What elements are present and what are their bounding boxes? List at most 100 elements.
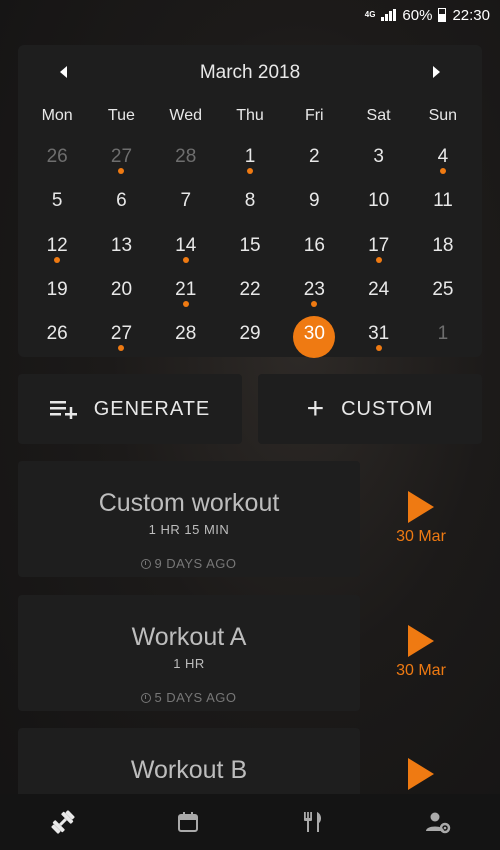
day-number: 12 bbox=[46, 234, 68, 256]
day-number: 6 bbox=[116, 190, 127, 212]
calendar-day[interactable]: 26 bbox=[25, 133, 89, 177]
plus-icon: + bbox=[306, 392, 326, 425]
signal-icon bbox=[381, 9, 397, 21]
workout-indicator-dot bbox=[182, 256, 189, 263]
calendar-day[interactable]: 5 bbox=[25, 177, 89, 221]
day-number: 15 bbox=[239, 234, 261, 256]
calendar-day[interactable]: 20 bbox=[89, 266, 153, 310]
calendar-day[interactable]: 19 bbox=[25, 266, 89, 310]
workout-indicator-dot bbox=[182, 300, 189, 307]
calendar-day[interactable]: 10 bbox=[346, 177, 410, 221]
calendar-day[interactable]: 24 bbox=[346, 266, 410, 310]
day-number: 14 bbox=[175, 234, 197, 256]
day-number: 25 bbox=[432, 278, 454, 300]
calendar-day[interactable]: 7 bbox=[154, 177, 218, 221]
calendar-day[interactable]: 21 bbox=[154, 266, 218, 310]
last-done-text: 5 DAYS AGO bbox=[154, 690, 237, 705]
calendar: March 2018 Mon Tue Wed Thu Fri Sat Sun 26 27 28 1… bbox=[18, 45, 482, 359]
day-number: 7 bbox=[180, 190, 192, 212]
workout-indicator-dot bbox=[118, 168, 125, 174]
calendar-day[interactable]: 16 bbox=[282, 222, 346, 266]
workout-indicator-dot bbox=[54, 256, 61, 263]
day-number: 13 bbox=[110, 234, 133, 256]
day-number: 10 bbox=[368, 190, 390, 212]
day-number: 8 bbox=[244, 190, 256, 212]
workout-indicator-dot bbox=[375, 256, 382, 263]
weekday-label: Sat bbox=[366, 107, 391, 124]
last-done: 5 DAYS AGO bbox=[18, 690, 360, 705]
calendar-day[interactable]: 18 bbox=[411, 222, 475, 266]
calendar-day[interactable]: 28 bbox=[154, 133, 218, 177]
play-icon[interactable] bbox=[408, 758, 434, 790]
calendar-day[interactable]: 27 bbox=[89, 310, 153, 354]
day-number: 28 bbox=[175, 323, 197, 345]
day-number: 29 bbox=[239, 323, 261, 345]
calendar-day[interactable]: 3 bbox=[346, 133, 410, 177]
calendar-day[interactable]: 17 bbox=[346, 222, 410, 266]
weekday-label: Wed bbox=[169, 107, 202, 124]
calendar-day[interactable]: 22 bbox=[218, 266, 282, 310]
day-number: 27 bbox=[110, 146, 133, 167]
weekday-label: Sun bbox=[428, 107, 458, 124]
workout-card[interactable]: Custom workout 1 HR 15 MIN 9 DAYS AGO bbox=[18, 461, 360, 577]
workout-indicator-dot bbox=[247, 168, 254, 174]
calendar-day[interactable]: 28 bbox=[154, 310, 218, 354]
day-number: 18 bbox=[432, 234, 454, 256]
calendar-day[interactable]: 14 bbox=[154, 222, 218, 266]
day-number: 17 bbox=[368, 234, 390, 256]
day-number: 5 bbox=[51, 190, 63, 212]
play-icon[interactable] bbox=[408, 491, 434, 523]
workout-indicator-dot bbox=[118, 345, 125, 352]
calendar-day[interactable]: 31 bbox=[346, 310, 410, 354]
day-number: 19 bbox=[46, 278, 68, 300]
playlist-add-icon bbox=[49, 401, 77, 419]
workout-date: 30 Mar bbox=[396, 528, 446, 545]
calendar-day[interactable]: 11 bbox=[411, 177, 475, 221]
day-number: 30 bbox=[303, 323, 325, 345]
workout-card[interactable]: Workout A 1 HR 5 DAYS AGO bbox=[18, 595, 360, 711]
calendar-day[interactable]: 27 bbox=[89, 133, 153, 177]
calendar-day[interactable]: 25 bbox=[411, 266, 475, 310]
day-number: 26 bbox=[46, 323, 68, 345]
last-done: 9 DAYS AGO bbox=[18, 556, 360, 571]
play-icon[interactable] bbox=[408, 625, 434, 657]
calendar-day[interactable]: 12 bbox=[25, 222, 89, 266]
calendar-day[interactable]: 8 bbox=[218, 177, 282, 221]
workout-name: Workout A bbox=[131, 623, 247, 651]
calendar-day[interactable]: 29 bbox=[218, 310, 282, 354]
day-number: 28 bbox=[175, 146, 197, 167]
calendar-day-selected[interactable]: 30 bbox=[282, 310, 346, 359]
calendar-day[interactable]: 1 bbox=[218, 133, 282, 177]
workout-duration: 1 HR 15 MIN bbox=[148, 522, 230, 537]
calendar-day[interactable]: 2 bbox=[282, 133, 346, 177]
generate-button[interactable]: GENERATE bbox=[18, 374, 242, 444]
calendar-day[interactable]: 23 bbox=[282, 266, 346, 310]
calendar-day[interactable]: 26 bbox=[25, 310, 89, 354]
day-number: 3 bbox=[373, 146, 384, 167]
calendar-day[interactable]: 15 bbox=[218, 222, 282, 266]
day-number: 1 bbox=[437, 323, 449, 345]
tab-profile-settings[interactable] bbox=[375, 794, 500, 850]
day-number: 1 bbox=[244, 146, 256, 167]
calendar-day[interactable]: 9 bbox=[282, 177, 346, 221]
tab-calendar[interactable] bbox=[125, 794, 250, 850]
generate-label: GENERATE bbox=[93, 397, 211, 420]
calendar-day[interactable]: 4 bbox=[411, 133, 475, 177]
custom-label: CUSTOM bbox=[341, 397, 434, 420]
status-bar: 4G 60% 22:30 bbox=[0, 0, 500, 30]
calendar-day[interactable]: 6 bbox=[89, 177, 153, 221]
calendar-day[interactable]: 13 bbox=[89, 222, 153, 266]
calendar-header: March 2018 bbox=[18, 59, 482, 85]
tab-nutrition[interactable] bbox=[250, 794, 375, 850]
weekday-label: Mon bbox=[41, 107, 73, 124]
bottom-navigation bbox=[0, 794, 500, 850]
next-month-icon[interactable] bbox=[433, 66, 440, 78]
tab-workouts[interactable] bbox=[0, 794, 125, 850]
calendar-day[interactable]: 1 bbox=[411, 310, 475, 354]
history-icon bbox=[141, 692, 152, 703]
month-title: March 2018 bbox=[199, 62, 301, 83]
day-number: 27 bbox=[110, 323, 133, 345]
custom-button[interactable]: + CUSTOM bbox=[258, 374, 482, 444]
weekday-label: Tue bbox=[107, 107, 135, 124]
workout-name: Workout B bbox=[130, 756, 248, 784]
